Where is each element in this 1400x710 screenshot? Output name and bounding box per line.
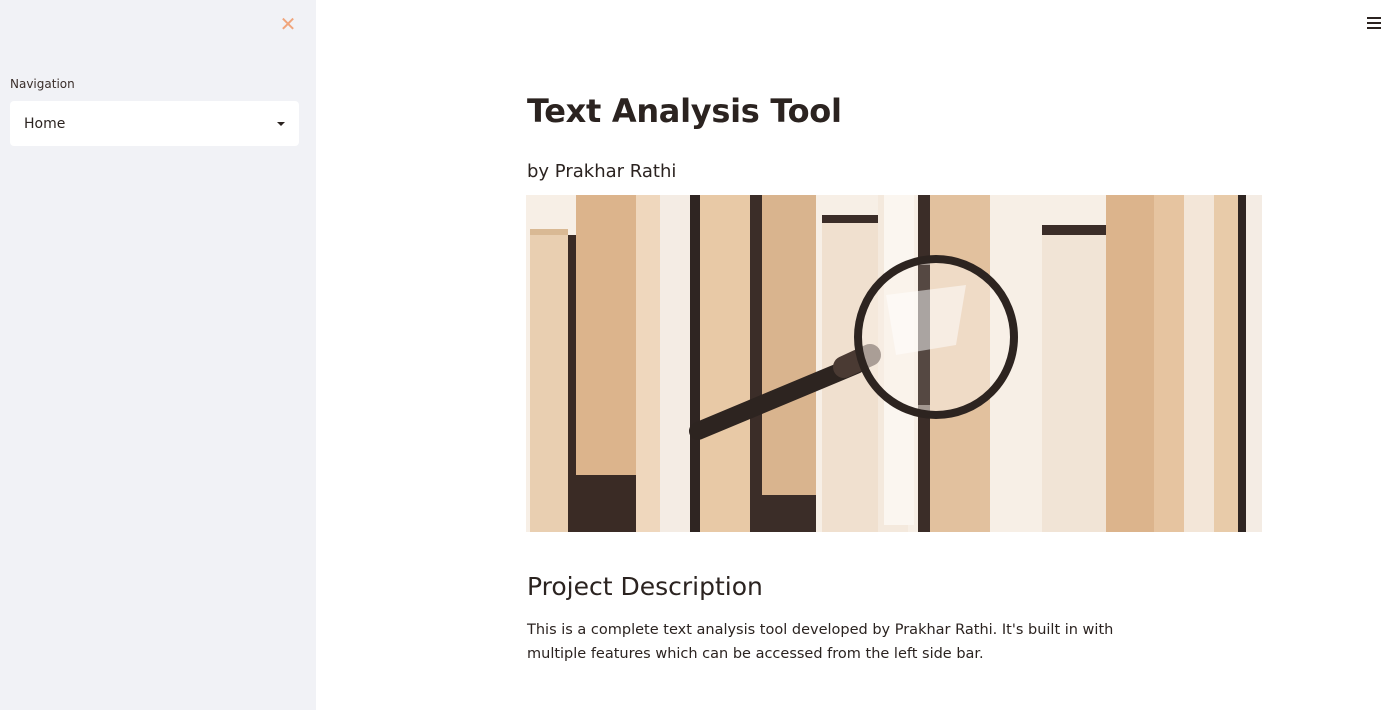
navigation-select[interactable]: Home bbox=[10, 101, 299, 146]
project-description-heading: Project Description bbox=[527, 572, 763, 601]
page-subtitle: by Prakhar Rathi bbox=[527, 161, 677, 182]
hero-image bbox=[526, 195, 1262, 532]
main-menu-button[interactable] bbox=[1364, 14, 1384, 34]
chevron-down-icon bbox=[277, 121, 285, 126]
close-icon: ✕ bbox=[279, 12, 297, 36]
hamburger-menu-icon bbox=[1367, 17, 1381, 19]
navigation-selected-value: Home bbox=[24, 115, 66, 132]
project-description-text: This is a complete text analysis tool de… bbox=[527, 622, 1114, 662]
sidebar: ✕ Navigation Home bbox=[0, 0, 316, 710]
navigation-label: Navigation bbox=[10, 77, 75, 91]
close-sidebar-button[interactable]: ✕ bbox=[278, 14, 298, 34]
page-title: Text Analysis Tool bbox=[527, 92, 842, 130]
